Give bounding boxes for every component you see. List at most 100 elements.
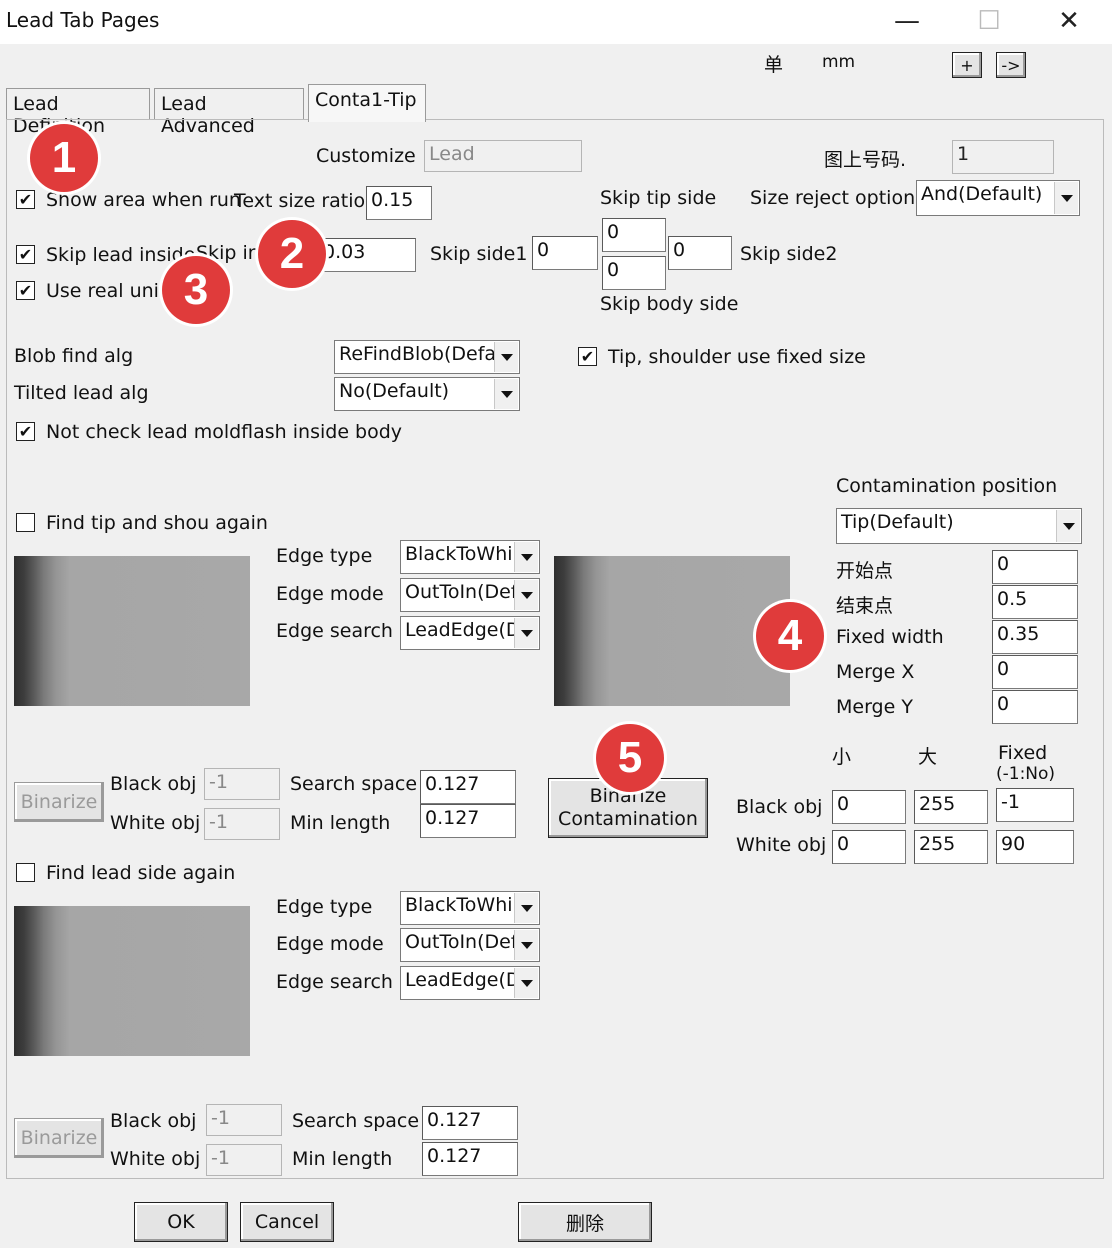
cont-black-large-field[interactable]: 255 [914, 790, 988, 824]
contamination-position-select[interactable]: Tip(Default) [836, 508, 1082, 544]
side-search-space-field[interactable]: 0.127 [422, 1106, 518, 1140]
skip-in-field[interactable]: 0.03 [318, 238, 416, 272]
binarize-contamination-line2: Contamination [558, 808, 698, 830]
use-real-unit-checkbox[interactable]: ✔ [16, 281, 35, 300]
tip-min-length-field[interactable]: 0.127 [420, 804, 516, 838]
edge-type-select[interactable]: BlackToWhi [400, 540, 540, 574]
text-size-ratio-field[interactable]: 0.15 [366, 186, 432, 220]
tab-conta-tip[interactable]: Conta1-Tip [308, 84, 426, 122]
side-black-obj-label: Black obj [110, 1110, 197, 1132]
window-title: Lead Tab Pages [6, 8, 160, 32]
show-area-checkbox[interactable]: ✔ [16, 190, 35, 209]
chevron-down-icon [514, 930, 538, 960]
maximize-button[interactable]: ☐ [966, 2, 1012, 40]
customize-field[interactable]: Lead [424, 140, 582, 172]
find-tip-checkbox[interactable] [16, 513, 35, 532]
cont-black-fixed-field[interactable]: -1 [996, 788, 1074, 822]
cancel-button[interactable]: Cancel [240, 1202, 334, 1242]
contamination-position-label: Contamination position [836, 475, 1058, 497]
tip-shoulder-label: Tip, shoulder use fixed size [608, 346, 866, 368]
chevron-down-icon [514, 542, 538, 572]
skip-lead-inside-label: Skip lead inside [46, 244, 196, 266]
cont-white-fixed-field[interactable]: 90 [996, 830, 1074, 864]
title-bar: Lead Tab Pages — ☐ ✕ [0, 0, 1112, 44]
side-black-obj-field[interactable]: -1 [206, 1104, 282, 1136]
lead-side-preview-image [14, 906, 250, 1056]
cont-white-small-field[interactable]: 0 [832, 830, 906, 864]
contamination-position-value: Tip(Default) [841, 511, 954, 533]
edge-search-select-2[interactable]: LeadEdge(D [400, 966, 540, 1000]
tip-white-obj-field[interactable]: -1 [204, 808, 280, 840]
tip-min-length-label: Min length [290, 812, 391, 834]
blob-find-label: Blob find alg [14, 345, 134, 367]
find-lead-side-label: Find lead side again [46, 862, 236, 884]
cont-white-large-field[interactable]: 255 [914, 830, 988, 864]
fixed-width-field[interactable]: 0.35 [992, 620, 1078, 654]
edge-mode-value-2: OutToIn(Def [405, 931, 518, 953]
skip-side1-label: Skip side1 [430, 243, 528, 265]
merge-y-label: Merge Y [836, 696, 913, 718]
tab-lead-definition[interactable]: Lead Definition [6, 88, 150, 137]
edge-mode-select-2[interactable]: OutToIn(Def [400, 928, 540, 962]
merge-y-field[interactable]: 0 [992, 690, 1078, 724]
unit-plus-button[interactable]: + [952, 52, 982, 78]
binarize-lead-side-button[interactable]: Binarize [14, 1118, 104, 1158]
chevron-down-icon [1056, 510, 1080, 542]
edge-type-value: BlackToWhi [405, 543, 513, 565]
annotation-badge-4: 4 [756, 602, 824, 670]
tip-black-obj-field[interactable]: -1 [204, 768, 280, 800]
not-check-checkbox[interactable]: ✔ [16, 422, 35, 441]
skip-body-side-field[interactable]: 0 [602, 256, 666, 290]
size-reject-label: Size reject option [750, 187, 916, 209]
start-point-label: 开始点 [836, 560, 894, 582]
annotation-badge-5: 5 [596, 724, 664, 792]
tab-lead-advanced[interactable]: Lead Advanced [154, 88, 304, 137]
unit-arrow-button[interactable]: -> [996, 52, 1026, 78]
tilted-lead-value: No(Default) [339, 380, 450, 402]
close-button[interactable]: ✕ [1046, 2, 1092, 40]
minimize-button[interactable]: — [884, 2, 930, 40]
blob-find-value: ReFindBlob(Defau [339, 343, 509, 365]
blob-find-select[interactable]: ReFindBlob(Defau [334, 340, 520, 374]
size-reject-select[interactable]: And(Default) [916, 180, 1080, 216]
tip-search-space-field[interactable]: 0.127 [420, 770, 516, 804]
edge-mode-label: Edge mode [276, 583, 384, 605]
annotation-badge-1: 1 [30, 124, 98, 192]
chevron-down-icon [494, 342, 518, 372]
skip-side2-field[interactable]: 0 [668, 236, 732, 270]
chevron-down-icon [514, 580, 538, 610]
merge-x-field[interactable]: 0 [992, 655, 1078, 689]
ok-button[interactable]: OK [134, 1202, 228, 1242]
image-number-field[interactable]: 1 [952, 140, 1054, 174]
start-point-field[interactable]: 0 [992, 550, 1078, 584]
merge-x-label: Merge X [836, 661, 915, 683]
tip-search-space-label: Search space [290, 773, 418, 795]
show-area-label: Show area when run [46, 189, 241, 211]
side-search-space-label: Search space [292, 1110, 420, 1132]
tip-shoulder-checkbox[interactable]: ✔ [578, 347, 597, 366]
edge-search-select[interactable]: LeadEdge(D [400, 616, 540, 650]
edge-mode-select[interactable]: OutToIn(Def [400, 578, 540, 612]
use-real-unit-label: Use real unit [46, 280, 167, 302]
edge-type-label-2: Edge type [276, 896, 373, 918]
binarize-tip-button[interactable]: Binarize [14, 782, 104, 822]
skip-tip-side-field[interactable]: 0 [602, 218, 666, 252]
skip-lead-inside-checkbox[interactable]: ✔ [16, 245, 35, 264]
chevron-down-icon [494, 379, 518, 409]
end-point-field[interactable]: 0.5 [992, 585, 1078, 619]
side-min-length-field[interactable]: 0.127 [422, 1142, 518, 1176]
edge-type-label: Edge type [276, 545, 373, 567]
chevron-down-icon [1054, 182, 1078, 214]
col-small-label: 小 [832, 746, 852, 768]
image-number-label: 图上号码. [824, 149, 907, 171]
edge-type-select-2[interactable]: BlackToWhi [400, 891, 540, 925]
tip-white-obj-label: White obj [110, 812, 201, 834]
fixed-width-label: Fixed width [836, 626, 944, 648]
side-white-obj-field[interactable]: -1 [206, 1144, 282, 1176]
find-lead-side-checkbox[interactable] [16, 863, 35, 882]
col-fixed-label: Fixed [998, 742, 1048, 764]
delete-button[interactable]: 删除 [518, 1202, 652, 1242]
cont-black-small-field[interactable]: 0 [832, 790, 906, 824]
skip-side1-field[interactable]: 0 [532, 236, 598, 270]
tilted-lead-select[interactable]: No(Default) [334, 377, 520, 411]
